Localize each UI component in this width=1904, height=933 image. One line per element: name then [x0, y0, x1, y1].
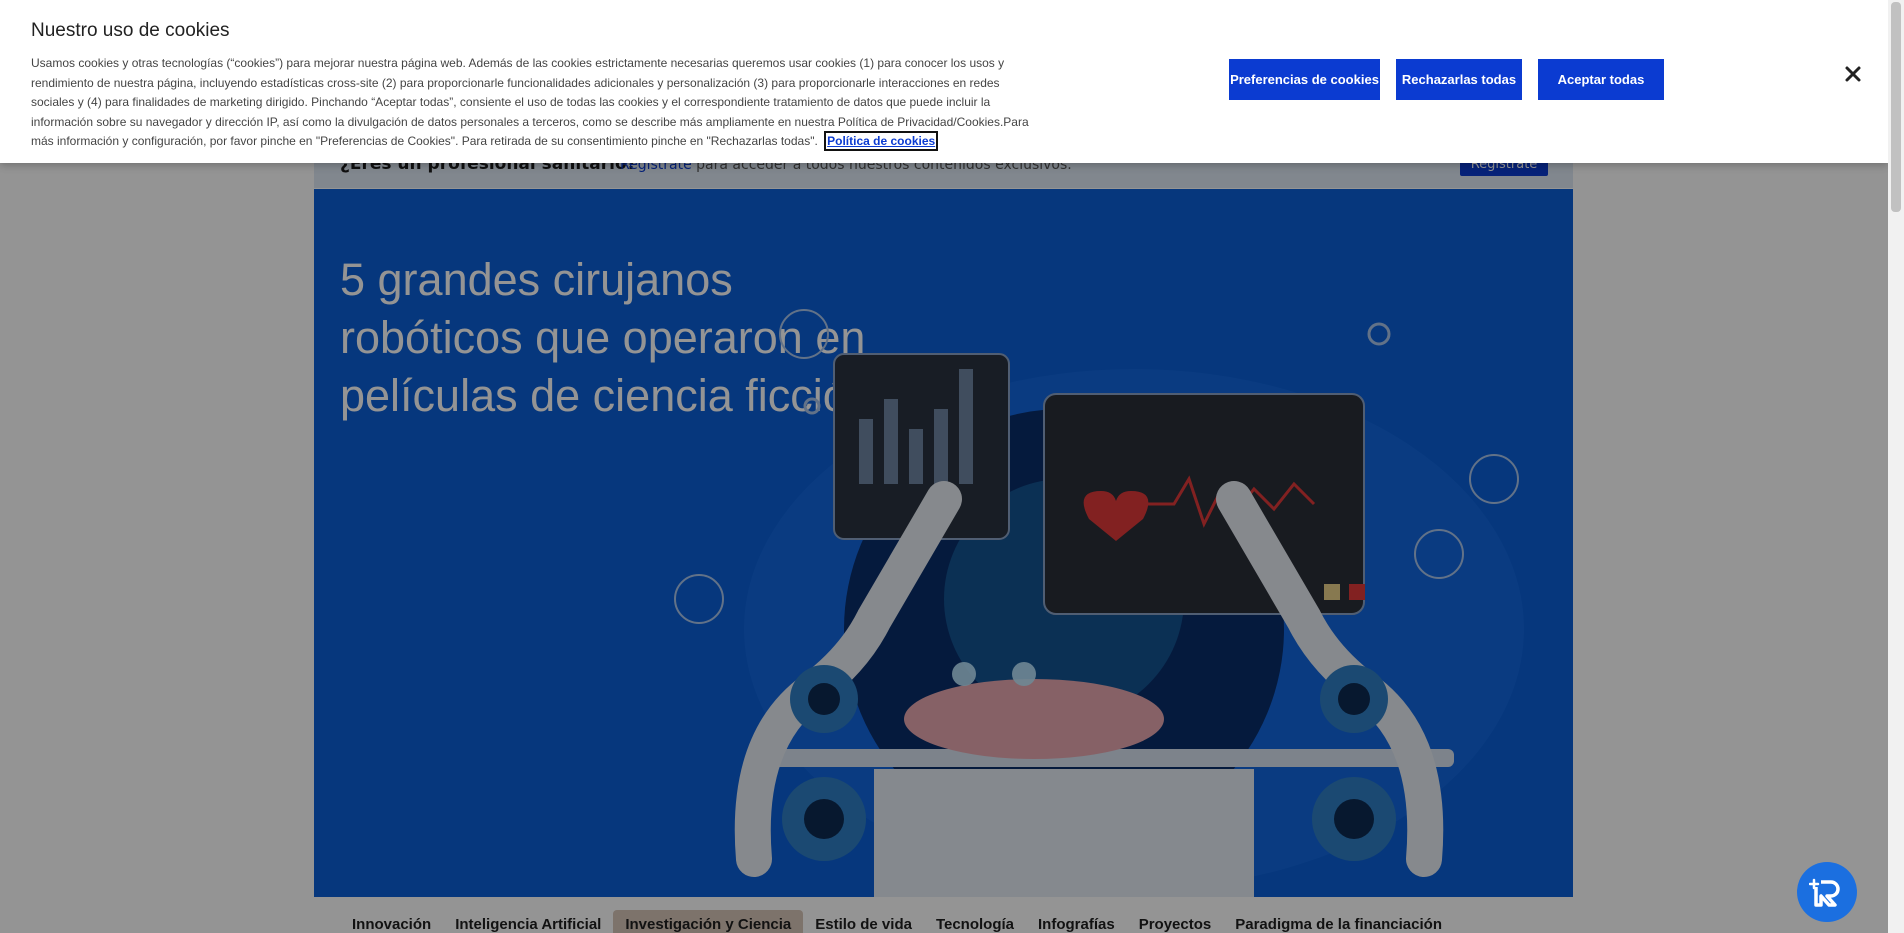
cookie-banner: Nuestro uso de cookies Usamos cookies y … — [0, 0, 1888, 163]
assistant-button[interactable] — [1797, 862, 1857, 922]
scrollbar[interactable] — [1888, 0, 1904, 933]
cookie-title: Nuestro uso de cookies — [31, 20, 230, 41]
cookie-preferences-button[interactable]: Preferencias de cookies — [1229, 59, 1380, 100]
scrollbar-thumb[interactable] — [1891, 2, 1901, 212]
close-icon[interactable] — [1843, 64, 1863, 84]
assistant-icon — [1809, 878, 1840, 907]
cookie-text: Usamos cookies y otras tecnologías (“coo… — [31, 54, 1031, 152]
reject-all-button[interactable]: Rechazarlas todas — [1396, 59, 1522, 100]
cookie-policy-link[interactable]: Política de cookies — [824, 131, 939, 152]
accept-all-button[interactable]: Aceptar todas — [1538, 59, 1664, 100]
